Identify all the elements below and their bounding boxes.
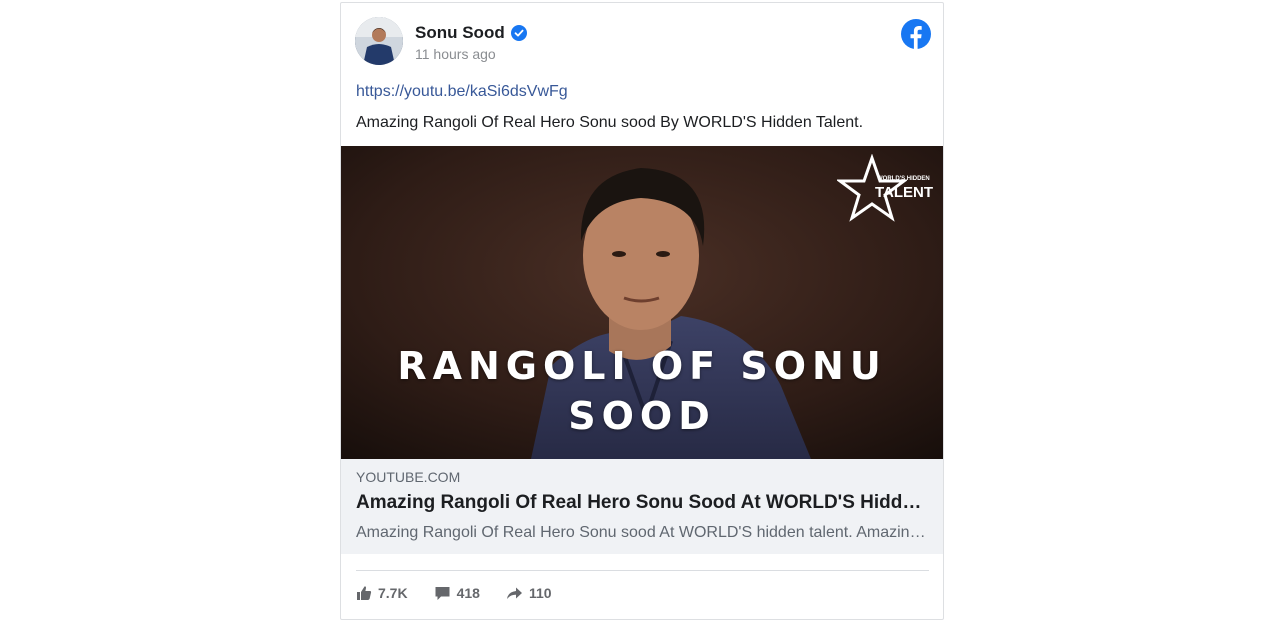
shares-count: 110 [528,585,552,601]
worlds-hidden-talent-logo: WORLD'S HIDDEN TALENT [837,154,933,224]
post-timestamp[interactable]: 11 hours ago [415,46,496,62]
verified-badge-icon [510,25,527,41]
comment-icon [435,587,450,600]
facebook-post-card: Sonu Sood 11 hours ago https://youtu.be/… [340,2,944,620]
post-link[interactable]: https://youtu.be/kaSi6dsVwFg [356,83,568,101]
author-avatar[interactable] [355,17,403,65]
thumbnail-headline: RANGOLI OF SONU SOOD [341,341,943,441]
preview-description: Amazing Rangoli Of Real Hero Sonu sood A… [356,524,931,541]
thumbs-up-icon [357,586,372,600]
post-header: Sonu Sood 11 hours ago [355,17,931,67]
thumbnail-headline-line2: SOOD [568,394,716,438]
shares-stat[interactable]: 110 [506,585,552,601]
post-caption: Amazing Rangoli Of Real Hero Sonu sood B… [356,114,864,131]
link-preview[interactable]: RANGOLI OF SONU SOOD WORLD'S HIDDEN TALE… [341,146,943,554]
preview-domain: YOUTUBE.COM [356,469,461,485]
author-name-text[interactable]: Sonu Sood [415,23,505,43]
likes-stat[interactable]: 7.7K [356,585,408,601]
thumbnail-headline-line1: RANGOLI OF SONU [397,344,887,388]
engagement-stats: 7.7K 418 110 [356,585,578,601]
preview-thumbnail[interactable]: RANGOLI OF SONU SOOD WORLD'S HIDDEN TALE… [341,146,943,459]
preview-meta[interactable]: YOUTUBE.COM Amazing Rangoli Of Real Hero… [341,459,943,554]
comments-stat[interactable]: 418 [434,585,480,601]
comments-count: 418 [456,585,480,601]
logo-big-text: TALENT [875,184,934,201]
share-arrow-icon [506,587,522,599]
stats-divider [356,570,929,571]
likes-count: 7.7K [378,585,408,601]
preview-title[interactable]: Amazing Rangoli Of Real Hero Sonu Sood A… [356,492,931,514]
facebook-logo-icon[interactable] [901,19,931,49]
author-name[interactable]: Sonu Sood [415,23,527,43]
logo-small-text: WORLD'S HIDDEN [877,176,930,182]
